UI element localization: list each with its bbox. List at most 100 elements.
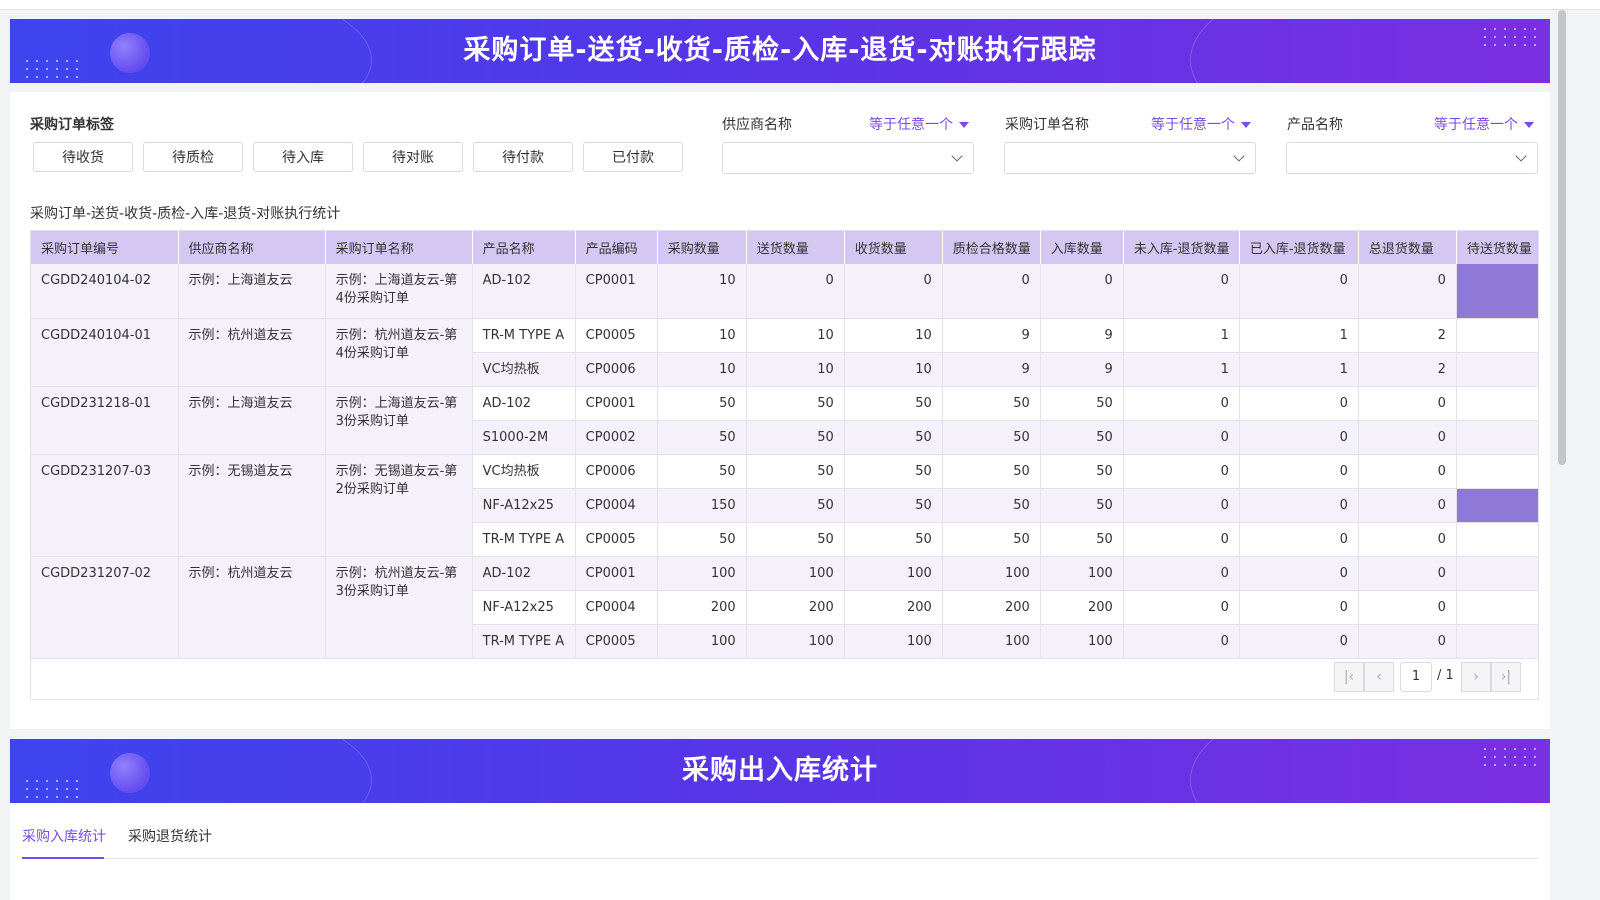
quantity-cell: 0 [1239, 264, 1359, 319]
quantity-cell: 0 [1358, 590, 1457, 625]
supplier-match-mode[interactable]: 等于任意一个 [869, 114, 969, 134]
column-header[interactable]: 待送货数量 [1456, 231, 1538, 264]
tag-button[interactable]: 待收货 [33, 142, 133, 172]
tab-inbound-stats[interactable]: 采购入库统计 [22, 826, 106, 846]
tag-button[interactable]: 待对账 [363, 142, 463, 172]
order-select[interactable] [1004, 142, 1256, 174]
tag-filter-label: 采购订单标签 [30, 117, 114, 133]
column-header[interactable]: 未入库-退货数量 [1123, 231, 1240, 264]
quantity-cell: 50 [746, 386, 845, 421]
supplier-select[interactable] [722, 142, 974, 174]
column-header[interactable]: 采购订单编号 [31, 231, 179, 264]
quantity-cell: 0 [1123, 264, 1240, 319]
column-header[interactable]: 总退货数量 [1358, 231, 1457, 264]
tag-button[interactable]: 待入库 [253, 142, 353, 172]
page-total: / 1 [1437, 668, 1454, 683]
prev-page-button[interactable]: ‹ [1364, 662, 1394, 692]
quantity-cell: 0 [1123, 488, 1240, 523]
product-select[interactable] [1286, 142, 1538, 174]
active-tab-indicator [22, 857, 104, 859]
quantity-cell: 50 [1040, 454, 1124, 489]
table-row[interactable]: CGDD231207-03 示例：无锡道友云 示例：无锡道友云-第2份采购订单 VC均… [31, 454, 1538, 557]
product-code-cell: CP0002 [575, 420, 658, 455]
column-header[interactable]: 送货数量 [746, 231, 845, 264]
quantity-cell: 1 [1239, 352, 1359, 387]
quantity-cell: 50 [657, 522, 747, 557]
table-row[interactable]: CGDD231207-02 示例：杭州道友云 示例：杭州道友云-第3份采购订单 AD-… [31, 556, 1538, 659]
quantity-cell: 0 [1123, 624, 1240, 659]
tag-button[interactable]: 待付款 [473, 142, 573, 172]
quantity-cell: 0 [1358, 556, 1457, 591]
quantity-cell: 9 [1040, 318, 1124, 353]
quantity-cell: 50 [1040, 522, 1124, 557]
quantity-cell: 50 [746, 454, 845, 489]
quantity-cell [1456, 624, 1538, 659]
quantity-cell: 10 [746, 352, 845, 387]
tab-return-stats[interactable]: 采购退货统计 [128, 826, 212, 846]
quantity-cell: 50 [657, 420, 747, 455]
quantity-cell: 0 [1239, 556, 1359, 591]
order-number-cell: CGDD231207-03 [31, 454, 179, 557]
top-bar [0, 0, 1600, 10]
page-scrollbar[interactable] [1558, 10, 1566, 465]
column-header[interactable]: 质检合格数量 [942, 231, 1041, 264]
quantity-cell: 0 [1239, 522, 1359, 557]
quantity-cell [1456, 318, 1538, 353]
quantity-cell: 100 [1040, 556, 1124, 591]
order-number-cell: CGDD240104-02 [31, 264, 179, 319]
product-code-cell: CP0005 [575, 624, 658, 659]
product-match-mode[interactable]: 等于任意一个 [1434, 114, 1534, 134]
table-row[interactable]: CGDD240104-01 示例：杭州道友云 示例：杭州道友云-第4份采购订单 TR-… [31, 318, 1538, 387]
tracking-table-container[interactable]: 采购订单编号 供应商名称 采购订单名称 产品名称 产品编码 采购数量 送货数量 收货数量 质检合… [30, 230, 1539, 700]
quantity-cell: 50 [942, 522, 1041, 557]
column-header[interactable]: 产品名称 [472, 231, 576, 264]
quantity-cell: 100 [942, 624, 1041, 659]
product-code-cell: CP0006 [575, 352, 658, 387]
quantity-cell [1456, 352, 1538, 387]
quantity-cell: 50 [844, 522, 943, 557]
tag-button[interactable]: 待质检 [143, 142, 243, 172]
column-header[interactable]: 已入库-退货数量 [1239, 231, 1359, 264]
column-header[interactable]: 供应商名称 [178, 231, 326, 264]
table-row[interactable]: CGDD240104-02 示例：上海道友云 示例：上海道友云-第4份采购订单 AD-… [31, 264, 1538, 319]
product-name-cell: NF-A12x25 [472, 590, 576, 625]
product-code-cell: CP0005 [575, 318, 658, 353]
supplier-match-mode-label: 等于任意一个 [869, 117, 953, 133]
product-code-cell: CP0001 [575, 556, 658, 591]
tag-button[interactable]: 已付款 [583, 142, 683, 172]
quantity-cell: 0 [1358, 264, 1457, 319]
quantity-cell: 0 [1358, 624, 1457, 659]
table-row[interactable]: CGDD231218-01 示例：上海道友云 示例：上海道友云-第3份采购订单 AD-… [31, 386, 1538, 455]
quantity-cell: 50 [942, 386, 1041, 421]
page-number-input[interactable]: 1 [1400, 662, 1432, 692]
product-code-cell: CP0001 [575, 386, 658, 421]
quantity-cell: 10 [657, 318, 747, 353]
supplier-cell: 示例：上海道友云 [178, 264, 326, 319]
quantity-cell: 10 [844, 318, 943, 353]
quantity-cell: 50 [746, 488, 845, 523]
product-code-cell: CP0005 [575, 522, 658, 557]
first-page-button[interactable]: |‹ [1334, 662, 1364, 692]
quantity-cell: 0 [1123, 420, 1240, 455]
table-title: 采购订单-送货-收货-质检-入库-退货-对账执行统计 [30, 206, 341, 222]
quantity-cell: 0 [1358, 420, 1457, 455]
product-name-cell: AD-102 [472, 264, 576, 319]
column-header[interactable]: 入库数量 [1040, 231, 1124, 264]
order-match-mode[interactable]: 等于任意一个 [1151, 114, 1251, 134]
quantity-cell: 10 [657, 264, 747, 319]
last-page-button[interactable]: ›| [1491, 662, 1521, 692]
order-name-cell: 示例：杭州道友云-第3份采购订单 [325, 556, 473, 659]
column-header[interactable]: 产品编码 [575, 231, 658, 264]
quantity-cell: 0 [1239, 386, 1359, 421]
quantity-cell: 0 [942, 264, 1041, 319]
quantity-cell [1456, 420, 1538, 455]
order-name-cell: 示例：上海道友云-第3份采购订单 [325, 386, 473, 455]
quantity-cell: 1 [1123, 318, 1240, 353]
next-page-button[interactable]: › [1461, 662, 1491, 692]
column-header[interactable]: 收货数量 [844, 231, 943, 264]
page-banner: 采购订单-送货-收货-质检-入库-退货-对账执行跟踪 [10, 19, 1550, 83]
product-code-cell: CP0001 [575, 264, 658, 319]
column-header[interactable]: 采购订单名称 [325, 231, 473, 264]
quantity-cell: 50 [657, 386, 747, 421]
column-header[interactable]: 采购数量 [657, 231, 747, 264]
